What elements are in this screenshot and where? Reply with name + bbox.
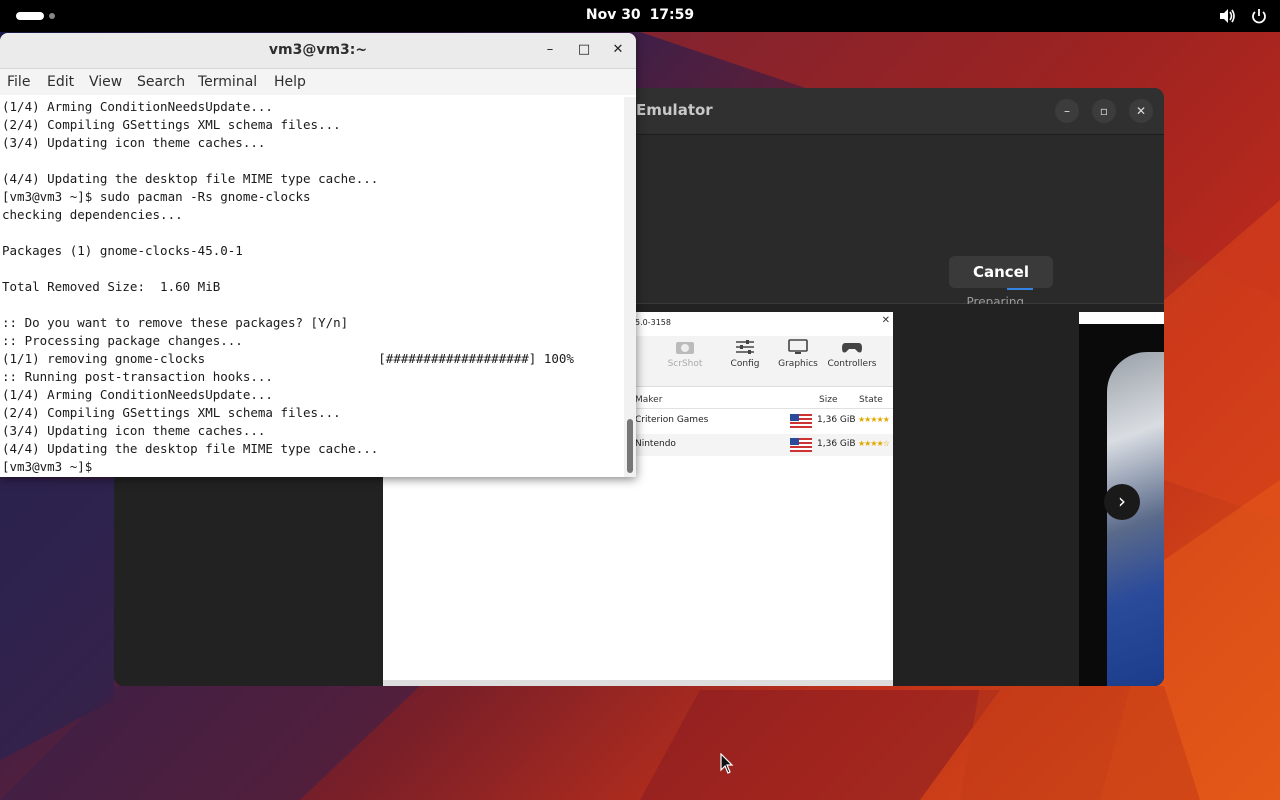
us-flag-icon [790,414,812,428]
us-flag-icon [790,438,812,452]
toolbar-item: Config [717,338,773,369]
terminal-line: (3/4) Updating icon theme caches... [2,135,266,150]
emulator-window-title: Emulator [636,101,713,119]
terminal-line: (1/1) removing gnome-clocks [###########… [2,351,574,366]
menu-help[interactable]: Help [274,74,306,90]
terminal-line: (2/4) Compiling GSettings XML schema fil… [2,405,341,420]
toolbar-label: Graphics [778,359,818,369]
column-size: Size [819,395,838,405]
screenshot-bottom-edge [383,680,893,686]
volume-icon[interactable] [1218,7,1236,25]
terminal-scrollbar[interactable] [624,97,636,477]
row-size: 1,36 GiB [817,439,856,449]
chevron-right-icon[interactable]: › [1104,484,1140,520]
clock[interactable]: Nov 30 17:59 [0,7,1280,23]
system-tray[interactable] [1218,7,1268,25]
terminal-line: (3/4) Updating icon theme caches... [2,423,266,438]
terminal-line: :: Processing package changes... [2,333,243,348]
minimize-button[interactable]: – [1055,99,1079,123]
toolbar-label: Controllers [827,359,877,369]
preview-top-strip [1079,312,1164,324]
row-maker: Nintendo [635,439,676,449]
cancel-button[interactable]: Cancel [949,256,1053,288]
menu-terminal[interactable]: Terminal [198,74,257,90]
terminal-window[interactable]: vm3@vm3:~ – □ ✕ File Edit View Search Te… [0,33,636,477]
terminal-line: (1/4) Arming ConditionNeedsUpdate... [2,99,273,114]
toolbar-item: Graphics [770,338,826,369]
maximize-button[interactable]: ▫ [1092,99,1116,123]
row-size: 1,36 GiB [817,415,856,425]
terminal-line: :: Do you want to remove these packages?… [2,315,349,330]
top-bar: Nov 30 17:59 [0,0,1280,32]
close-button[interactable]: ✕ [1129,99,1153,123]
toolbar-item: ScrShot [657,338,713,369]
close-button[interactable]: ✕ [609,41,627,59]
maximize-button[interactable]: □ [575,41,593,59]
terminal-line: (4/4) Updating the desktop file MIME typ… [2,171,379,186]
menu-edit[interactable]: Edit [47,74,74,90]
terminal-line: Total Removed Size: 1.60 MiB [2,279,221,294]
terminal-line: (1/4) Arming ConditionNeedsUpdate... [2,387,273,402]
terminal-line: (4/4) Updating the desktop file MIME typ… [2,441,379,456]
row-state: ★★★★☆ [858,439,890,448]
close-icon: ✕ [881,315,890,326]
gamepad-icon [842,343,862,353]
terminal-line: [vm3@vm3 ~]$ sudo pacman -Rs gnome-clock… [2,189,311,204]
sliders-icon [736,340,754,354]
toolbar-item: Controllers [824,338,880,369]
terminal-line: :: Running post-transaction hooks... [2,369,273,384]
terminal-line: checking dependencies... [2,207,183,222]
menu-file[interactable]: File [7,74,30,90]
minimize-button[interactable]: – [541,41,559,59]
power-icon[interactable] [1250,7,1268,25]
terminal-output[interactable]: (1/4) Arming ConditionNeedsUpdate... (2/4… [2,98,622,477]
menu-view[interactable]: View [89,74,122,90]
install-progress-bar [1007,288,1033,290]
camera-icon [676,342,694,354]
terminal-menubar: File Edit View Search Terminal Help [0,69,636,95]
mouse-cursor-icon [720,753,734,774]
terminal-line: (2/4) Compiling GSettings XML schema fil… [2,117,341,132]
screenshot-window-title: 5.0-3158 [635,318,671,327]
scrollbar-thumb[interactable] [627,419,633,473]
row-maker: Criterion Games [635,415,709,425]
column-maker: Maker [635,395,663,405]
clock-time: 17:59 [649,7,695,23]
row-state: ★★★★★ [858,415,890,424]
monitor-icon [788,339,808,354]
clock-date: Nov 30 [585,7,641,23]
toolbar-label: ScrShot [667,359,703,369]
toolbar-label: Config [730,359,760,369]
terminal-headerbar: vm3@vm3:~ – □ ✕ [0,33,636,69]
terminal-line: [vm3@vm3 ~]$ [2,459,100,474]
column-state: State [859,395,883,405]
menu-search[interactable]: Search [137,74,185,90]
terminal-line: Packages (1) gnome-clocks-45.0-1 [2,243,243,258]
